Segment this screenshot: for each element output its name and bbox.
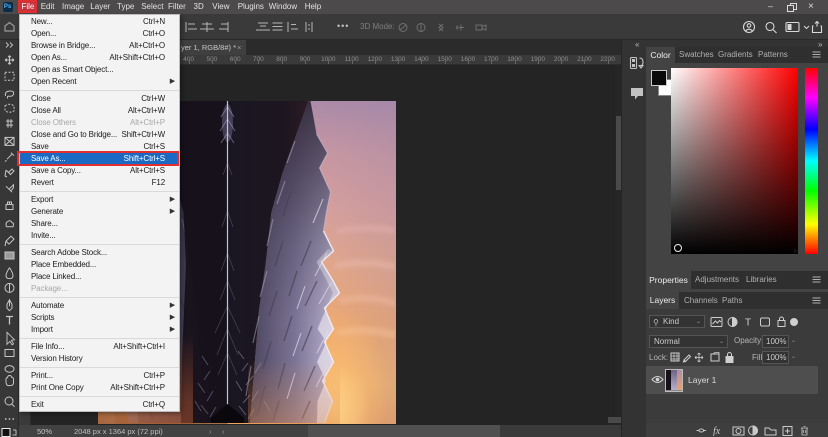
svg-text:fx: fx <box>713 426 721 436</box>
svg-text:T: T <box>745 318 751 329</box>
